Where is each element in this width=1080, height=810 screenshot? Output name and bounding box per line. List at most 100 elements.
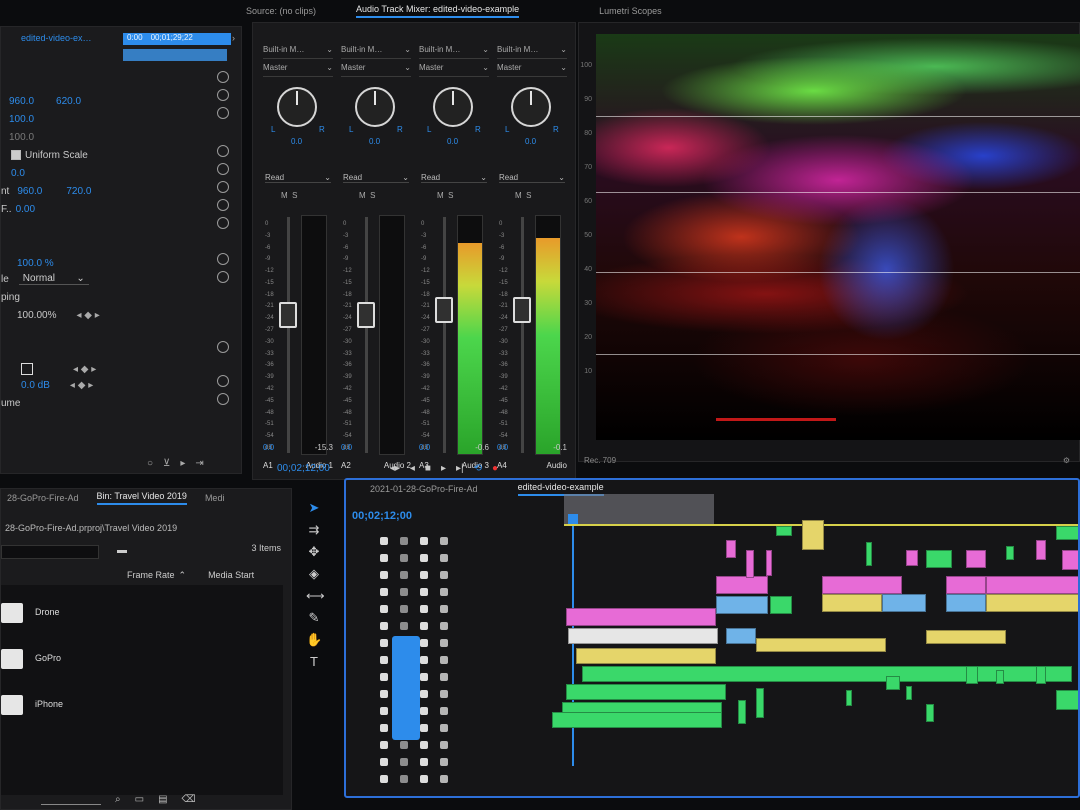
toggle-output-icon[interactable]	[420, 622, 428, 630]
timeline-clip[interactable]	[1036, 540, 1046, 560]
step-frame-icon[interactable]: ▸|	[456, 463, 464, 474]
timeline-clip[interactable]	[996, 670, 1004, 684]
export-icon[interactable]: ⇥	[195, 458, 203, 469]
channel-input-dropdown[interactable]: Built-in M… ⌄	[497, 45, 567, 59]
effect-mini-timeline[interactable]: 0:00 00;01;29;22	[123, 33, 231, 71]
step-forward-icon[interactable]: ◂	[410, 463, 415, 474]
timeline-clip[interactable]	[726, 628, 756, 644]
mute-icon[interactable]	[440, 605, 448, 613]
lock-icon[interactable]	[380, 758, 388, 766]
timeline-clip[interactable]	[926, 630, 1006, 644]
col-media-start[interactable]: Media Start	[208, 570, 254, 580]
pan-knob[interactable]	[277, 87, 317, 127]
timeline-clip[interactable]	[756, 688, 764, 718]
toggle-output-icon[interactable]	[420, 673, 428, 681]
timeline-clip[interactable]	[770, 596, 792, 614]
bypass-checkbox[interactable]	[21, 363, 33, 375]
channel-input-dropdown[interactable]: Built-in M… ⌄	[263, 45, 333, 59]
zoom-slider[interactable]	[41, 794, 101, 805]
toggle-output-icon[interactable]	[420, 758, 428, 766]
tab-bin-travel-video[interactable]: Bin: Travel Video 2019	[96, 491, 187, 505]
reset-icon[interactable]	[217, 217, 229, 229]
lock-icon[interactable]	[380, 554, 388, 562]
track-header[interactable]	[380, 753, 448, 771]
tab-audio-track-mixer[interactable]: Audio Track Mixer: edited-video-example	[356, 4, 520, 18]
solo-button[interactable]: S	[448, 191, 453, 200]
scope-color-space[interactable]: Rec. 709	[584, 456, 616, 465]
toggle-output-icon[interactable]	[420, 656, 428, 664]
sync-lock-icon[interactable]	[400, 775, 408, 783]
lock-icon[interactable]	[380, 571, 388, 579]
trash-icon[interactable]: ⌫	[182, 794, 196, 805]
volume-fader-track[interactable]	[521, 217, 524, 453]
rotation-value[interactable]: 0.0	[11, 168, 25, 179]
sync-lock-icon[interactable]	[400, 605, 408, 613]
timeline-clip[interactable]	[906, 550, 918, 566]
tab-media-browser[interactable]: Medi	[205, 493, 225, 503]
mute-button[interactable]: M	[359, 191, 366, 200]
automation-mode-dropdown[interactable]: Read ⌄	[265, 173, 331, 183]
reset-icon[interactable]	[217, 375, 229, 387]
toggle-output-icon[interactable]	[420, 775, 428, 783]
reset-icon[interactable]	[217, 89, 229, 101]
play-icon[interactable]: ▸	[441, 463, 446, 474]
mute-icon[interactable]	[440, 554, 448, 562]
new-item-icon[interactable]: ▤	[158, 794, 167, 805]
timeline-clip[interactable]	[886, 676, 900, 690]
lock-icon[interactable]	[380, 707, 388, 715]
mute-icon[interactable]	[440, 537, 448, 545]
step-back-icon[interactable]: ◂▸	[390, 463, 400, 474]
toggle-output-icon[interactable]	[420, 639, 428, 647]
toggle-output-icon[interactable]	[420, 588, 428, 596]
tab-lumetri-scopes[interactable]: Lumetri Scopes	[599, 6, 662, 16]
bin-label-iphone[interactable]: iPhone	[35, 699, 63, 709]
timeline-clip[interactable]	[746, 550, 754, 578]
channel-input-dropdown[interactable]: Built-in M… ⌄	[419, 45, 489, 59]
mute-icon[interactable]	[440, 673, 448, 681]
search-icon[interactable]: ⌕	[115, 794, 121, 805]
effect-clip-tab[interactable]: edited-video-ex…	[21, 33, 92, 43]
pan-knob[interactable]	[355, 87, 395, 127]
work-area-bar[interactable]	[564, 494, 714, 524]
solo-button[interactable]: S	[292, 191, 297, 200]
bin-icon-drone[interactable]	[1, 603, 23, 623]
reset-icon[interactable]	[217, 107, 229, 119]
loop-icon[interactable]: ⟲	[474, 463, 482, 474]
pan-value[interactable]: 0.0	[525, 137, 536, 146]
scroll-handle-icon[interactable]: ○	[147, 458, 153, 469]
reset-icon[interactable]	[217, 199, 229, 211]
lock-icon[interactable]	[380, 656, 388, 664]
mute-icon[interactable]	[440, 758, 448, 766]
type-icon[interactable]: T	[306, 654, 322, 670]
bin-label-gopro[interactable]: GoPro	[35, 653, 61, 663]
timeline-clip[interactable]	[846, 690, 852, 706]
blend-mode-dropdown[interactable]: Normal ⌄	[18, 273, 89, 285]
timeline-clip[interactable]	[716, 596, 768, 614]
mute-button[interactable]: M	[515, 191, 522, 200]
timeline-clip[interactable]	[1036, 666, 1046, 684]
timeline-clip[interactable]	[552, 712, 722, 728]
reset-icon[interactable]	[217, 163, 229, 175]
audio-track-target[interactable]	[392, 636, 420, 740]
timeline-clip[interactable]	[576, 648, 716, 664]
tab-project[interactable]: 28-GoPro-Fire-Ad	[7, 493, 79, 503]
sync-lock-icon[interactable]	[400, 537, 408, 545]
razor-icon[interactable]: ◈	[306, 566, 322, 582]
solo-button[interactable]: S	[370, 191, 375, 200]
timeline-clip[interactable]	[1056, 690, 1078, 710]
anchor-y-value[interactable]: 720.0	[66, 186, 91, 197]
lock-icon[interactable]	[380, 537, 388, 545]
sort-up-icon[interactable]: ⌃	[179, 570, 187, 581]
volume-fader-handle[interactable]	[435, 297, 453, 324]
pan-knob[interactable]	[433, 87, 473, 127]
toggle-output-icon[interactable]	[420, 741, 428, 749]
volume-readout[interactable]: 0.0	[419, 443, 430, 452]
timeline-clip[interactable]	[738, 700, 746, 724]
channel-output-dropdown[interactable]: Master ⌄	[263, 63, 333, 77]
timeline-clip[interactable]	[776, 526, 792, 536]
timeline-clip[interactable]	[882, 594, 926, 612]
timeline-clip[interactable]	[926, 704, 934, 722]
wrench-icon[interactable]: ⚙	[1063, 456, 1070, 465]
toggle-output-icon[interactable]	[420, 537, 428, 545]
reset-icon[interactable]	[217, 393, 229, 405]
